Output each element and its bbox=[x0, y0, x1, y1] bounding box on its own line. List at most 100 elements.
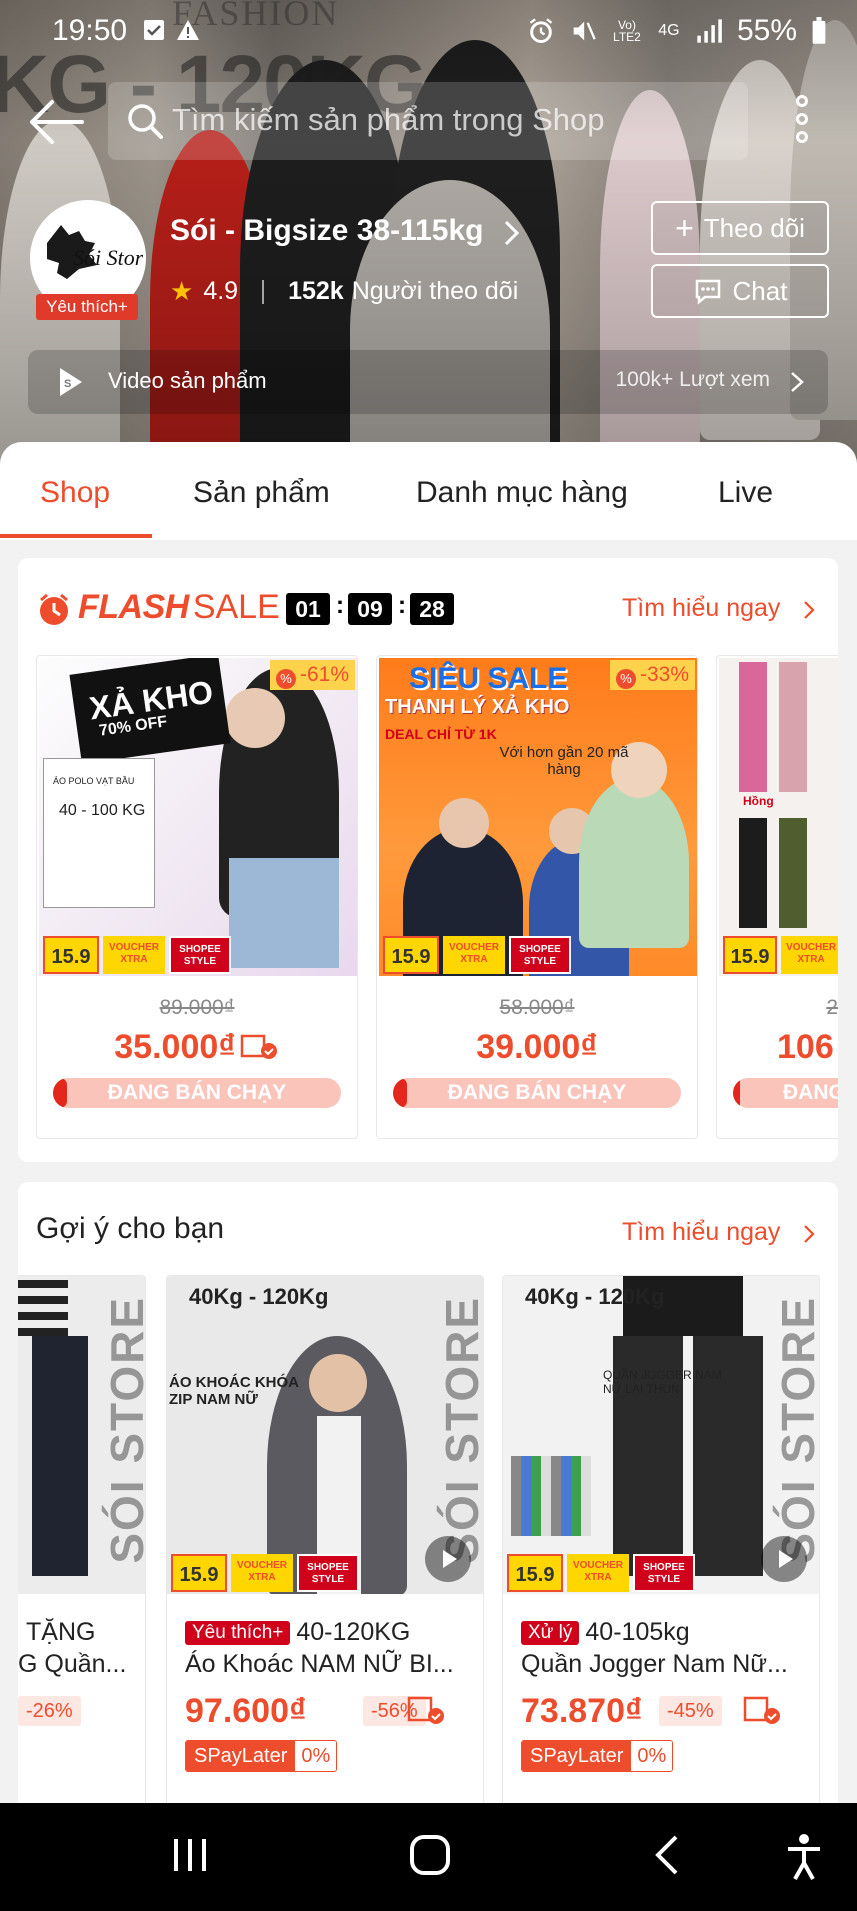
status-right-group: Vo) LTE2 4G 55% bbox=[527, 14, 827, 48]
product-title-line1: Xử lý 40-105kg bbox=[521, 1618, 690, 1647]
img-title: Hồng bbox=[743, 794, 774, 808]
promo-tags: 15.9 VOUCHER XTRA SHOPEE STYLE bbox=[505, 1554, 819, 1594]
home-icon[interactable] bbox=[408, 1833, 452, 1877]
product-title-line2: G Quần... bbox=[18, 1650, 127, 1678]
original-price: 2 bbox=[826, 996, 838, 1019]
sale-price: 39.000₫ bbox=[476, 1028, 598, 1066]
img-kg: 40Kg - 120Kg bbox=[525, 1284, 665, 1309]
product-price: 73.870₫ bbox=[521, 1692, 643, 1730]
discount-badge: % -33% bbox=[609, 660, 695, 690]
tab-products[interactable]: Sản phẩm bbox=[193, 476, 330, 510]
volte-indicator: Vo) LTE2 bbox=[613, 18, 641, 44]
img-title: SIÊU SALE bbox=[409, 662, 568, 695]
product-title-line1: TẶNG bbox=[26, 1618, 96, 1646]
img-product-name: ÁO KHOÁC KHÓA ZIP NAM NỮ bbox=[169, 1374, 299, 1408]
product-image: 40Kg - 120Kg QUẦN JOGGER NAM NỮ LẠI THUN… bbox=[503, 1276, 820, 1594]
product-image: SÓI STORE bbox=[18, 1276, 145, 1594]
selling-progress: ĐANG bbox=[733, 1078, 838, 1108]
svg-text:S: S bbox=[64, 378, 71, 390]
product-title-line1: Yêu thích+ 40-120KG bbox=[185, 1618, 410, 1647]
follower-count: 152k bbox=[288, 277, 344, 305]
product-image: 40Kg - 120Kg ÁO KHOÁC KHÓA ZIP NAM NỮ SÓ… bbox=[167, 1276, 484, 1594]
product-price: 97.600₫ bbox=[185, 1692, 307, 1730]
follower-label: Người theo dõi bbox=[351, 277, 519, 305]
discount-tag: -26% bbox=[18, 1696, 81, 1726]
tab-categories[interactable]: Danh mục hàng bbox=[416, 476, 628, 510]
discount-tag: -45% bbox=[659, 1696, 722, 1726]
suggestions-title: Gợi ý cho bạn bbox=[36, 1212, 225, 1245]
suggest-learn-more-link[interactable]: Tìm hiểu ngay bbox=[622, 1218, 780, 1247]
img-product-name: QUẦN JOGGER NAM NỮ LẠI THUN bbox=[603, 1368, 722, 1396]
mute-icon bbox=[573, 21, 596, 41]
status-bar: 19:50 Vo) LTE2 4G 55% bbox=[0, 0, 857, 64]
network-type: 4G bbox=[658, 22, 680, 39]
store-watermark: SÓI STORE bbox=[772, 1296, 820, 1564]
selling-progress: ĐANG BÁN CHẠY bbox=[393, 1078, 681, 1108]
back-nav-icon[interactable] bbox=[652, 1833, 682, 1877]
product-image: Hồng 15.9 VOUCHER XTRA bbox=[719, 658, 838, 976]
img-sub: THANH LÝ XẢ KHO bbox=[385, 696, 570, 718]
original-price: 58.000₫ bbox=[499, 996, 575, 1019]
search-input[interactable]: Tìm kiếm sản phẩm trong Shop bbox=[108, 82, 748, 160]
system-nav-bar bbox=[0, 1803, 857, 1911]
tab-shop[interactable]: Shop bbox=[40, 476, 110, 510]
chevron-right-icon[interactable] bbox=[500, 218, 522, 248]
flash-product-card[interactable]: XẢ KHO 70% OFF ÁO POLO VẠT BẦU 40 - 100 … bbox=[36, 655, 358, 1139]
countdown-seconds: 28 bbox=[410, 593, 454, 625]
favorite-plus-badge: Yêu thích+ bbox=[36, 294, 138, 320]
flash-sale-title: FLASH SALE bbox=[78, 588, 280, 626]
handling-tag: Xử lý bbox=[521, 1621, 580, 1645]
video-label: Video sản phẩm bbox=[108, 368, 267, 393]
favorite-plus-tag: Yêu thích+ bbox=[185, 1621, 291, 1645]
shop-stats: ★ 4.9 152k Người theo dõi bbox=[170, 276, 518, 307]
flash-product-card[interactable]: SIÊU SALE THANH LÝ XẢ KHO DEAL CHỈ TỪ 1K… bbox=[376, 655, 698, 1139]
chevron-right-icon[interactable] bbox=[802, 1223, 816, 1245]
chevron-right-icon bbox=[791, 372, 804, 392]
suggested-product-card[interactable]: 40Kg - 120Kg ÁO KHOÁC KHÓA ZIP NAM NỮ SÓ… bbox=[166, 1275, 484, 1815]
promo-tags: 15.9 VOUCHER XTRA bbox=[721, 936, 838, 976]
selling-progress: ĐANG BÁN CHẠY bbox=[53, 1078, 341, 1108]
accessibility-icon[interactable] bbox=[784, 1833, 824, 1881]
tab-live[interactable]: Live bbox=[718, 476, 773, 510]
svg-text:Sói Store: Sói Store bbox=[73, 245, 143, 270]
search-icon bbox=[128, 104, 163, 139]
suggested-product-card[interactable]: 40Kg - 120Kg QUẦN JOGGER NAM NỮ LẠI THUN… bbox=[502, 1275, 820, 1815]
discount-badge: % -61% bbox=[269, 660, 355, 690]
star-icon: ★ bbox=[170, 276, 194, 306]
sale-price: 35.000₫ bbox=[37, 1028, 357, 1067]
product-video-bar[interactable]: S Video sản phẩm 100k+ Lượt xem bbox=[28, 350, 828, 414]
recent-apps-icon[interactable] bbox=[170, 1833, 210, 1877]
video-icon: S bbox=[60, 368, 82, 396]
flash-learn-more-link[interactable]: Tìm hiểu ngay bbox=[622, 594, 780, 623]
promo-tags: 15.9 VOUCHER XTRA SHOPEE STYLE bbox=[169, 1554, 483, 1594]
chevron-right-icon[interactable] bbox=[802, 599, 816, 621]
chat-button[interactable]: Chat bbox=[651, 264, 829, 318]
product-title-line2: Áo Khoác NAM NỮ BI... bbox=[185, 1650, 454, 1678]
img-kg: 40Kg - 120Kg bbox=[189, 1284, 329, 1309]
shop-rating: 4.9 bbox=[203, 277, 239, 305]
follow-button[interactable]: + Theo dõi bbox=[651, 201, 829, 255]
suggested-product-card[interactable]: SÓI STORE TẶNG G Quần... -26% bbox=[18, 1275, 146, 1815]
shipping-check-icon bbox=[240, 1034, 277, 1059]
check-notification-icon bbox=[144, 20, 164, 40]
back-arrow-icon[interactable] bbox=[26, 95, 86, 149]
img-size: 40 - 100 KG bbox=[59, 802, 146, 819]
img-deal: DEAL CHỈ TỪ 1K bbox=[385, 726, 497, 742]
more-options-icon[interactable] bbox=[786, 95, 818, 151]
battery-icon bbox=[812, 17, 826, 44]
follow-label: Theo dõi bbox=[703, 212, 805, 243]
img-product-name: ÁO POLO VẠT BẦU bbox=[53, 776, 135, 786]
chat-label: Chat bbox=[732, 275, 788, 306]
original-price: 89.000₫ bbox=[159, 996, 235, 1019]
product-image: XẢ KHO 70% OFF ÁO POLO VẠT BẦU 40 - 100 … bbox=[39, 658, 357, 976]
status-time: 19:50 bbox=[52, 14, 128, 47]
store-watermark: SÓI STORE bbox=[436, 1296, 484, 1564]
shop-name[interactable]: Sói - Bigsize 38-115kg bbox=[170, 214, 483, 248]
shipping-check-icon bbox=[743, 1696, 780, 1724]
product-title-line2: Quần Jogger Nam Nữ... bbox=[521, 1650, 788, 1678]
flash-product-card[interactable]: Hồng 15.9VOUCHER XTRA 2 106 ĐANG bbox=[716, 655, 838, 1139]
countdown-hours: 01 bbox=[286, 593, 330, 625]
countdown-minutes: 09 bbox=[348, 593, 392, 625]
video-views: 100k+ Lượt xem bbox=[615, 368, 771, 391]
shipping-check-icon bbox=[407, 1696, 444, 1724]
